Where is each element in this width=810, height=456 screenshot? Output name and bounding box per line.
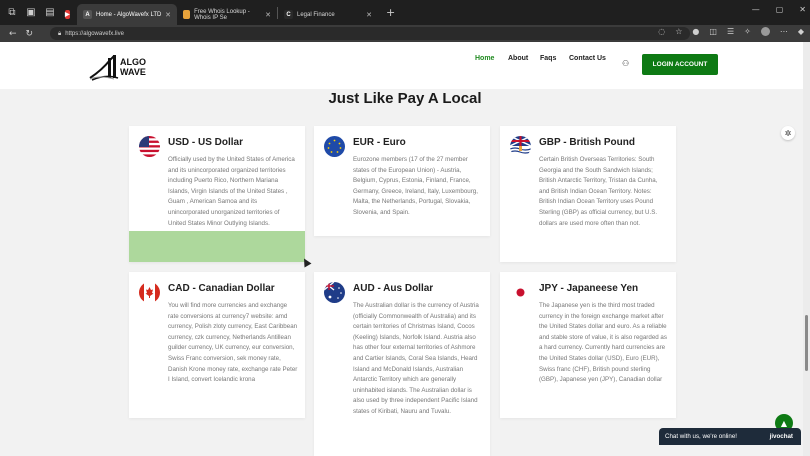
japan-flag-icon: [510, 282, 531, 303]
browser-toolbar: ◌ ☆ ● ◫ ☰ ✧ ⋯ ◆: [658, 27, 804, 36]
maximize-icon[interactable]: ▢: [776, 5, 784, 14]
tab-favicon: C: [284, 10, 293, 19]
more-menu-icon[interactable]: ⋯: [780, 27, 788, 36]
canada-flag-icon: [139, 282, 160, 303]
card-description: The Japanese yen is the third most trade…: [539, 302, 667, 384]
logo-line-2: WAVE: [120, 67, 146, 77]
currency-card-cad: CAD - Canadian Dollar You will find more…: [129, 272, 305, 418]
logo-line-1: ALGO: [120, 57, 146, 67]
minimize-icon[interactable]: —: [752, 5, 760, 14]
card-title: USD - US Dollar: [168, 137, 244, 148]
tab-home-algowavefx[interactable]: A Home - AlgoWavefx LTD ✕: [77, 4, 177, 25]
copilot-icon[interactable]: ◆: [798, 27, 804, 36]
new-tab-button[interactable]: +: [386, 6, 395, 19]
nav-contact-us[interactable]: Contact Us: [569, 55, 606, 62]
selection-highlight: [129, 231, 305, 262]
card-title: EUR - Euro: [353, 137, 406, 148]
lock-icon: 🔒︎: [58, 29, 62, 37]
vertical-tabs-icon[interactable]: ▤: [43, 6, 57, 20]
tab-title: Free Whois Lookup - Whois IP Se: [194, 8, 250, 21]
live-chat-widget[interactable]: Chat with us, we're online! jivochat: [659, 428, 801, 445]
split-screen-icon[interactable]: ◫: [709, 27, 717, 36]
tab-youtube[interactable]: ▶: [61, 4, 77, 25]
back-icon[interactable]: ←: [9, 29, 17, 39]
nav-faqs[interactable]: Faqs: [540, 55, 556, 62]
australia-flag-icon: [324, 282, 345, 303]
tab-title: Legal Finance: [297, 11, 335, 18]
extensions-puzzle-icon[interactable]: ✧: [744, 27, 751, 36]
tab-whois-lookup[interactable]: Free Whois Lookup - Whois IP Se ✕: [177, 4, 277, 25]
scrollbar-thumb[interactable]: [805, 315, 808, 371]
favorite-star-icon[interactable]: ☆: [675, 27, 682, 36]
card-description: Eurozone members (17 of the 27 member st…: [353, 156, 478, 216]
chat-brand: jivochat: [769, 433, 793, 440]
currency-card-gbp: GBP - British Pound Certain British Over…: [500, 126, 676, 262]
chat-label: Chat with us, we're online!: [665, 433, 738, 440]
card-title: JPY - Japaneese Yen: [539, 283, 639, 294]
url-input[interactable]: 🔒︎ https://algowavefx.live: [50, 27, 690, 40]
close-window-icon[interactable]: ✕: [799, 5, 806, 14]
eu-flag-icon: [324, 136, 345, 157]
youtube-icon: ▶: [65, 10, 70, 19]
card-title: CAD - Canadian Dollar: [168, 283, 275, 294]
refresh-icon[interactable]: ↻: [26, 29, 34, 39]
nav-about[interactable]: About: [508, 55, 528, 62]
site-header: ALGO WAVE Home About Faqs Contact Us ⚇ L…: [0, 42, 810, 89]
card-description: Officially used by the United States of …: [168, 156, 295, 227]
close-icon[interactable]: ✕: [165, 11, 171, 19]
logo-text: ALGO WAVE: [120, 57, 146, 77]
card-description: The Australian dollar is the currency of…: [353, 302, 479, 415]
section-title: Just Like Pay A Local: [328, 90, 482, 107]
card-description: Certain British Overseas Territories: So…: [539, 156, 658, 227]
currency-card-aud: AUD - Aus Dollar The Australian dollar i…: [314, 272, 490, 456]
favorites-icon[interactable]: ☰: [727, 27, 734, 36]
nav-home[interactable]: Home: [475, 55, 494, 62]
close-icon[interactable]: ✕: [366, 11, 372, 19]
tab-title: Home - AlgoWavefx LTD: [96, 11, 162, 18]
whois-icon: [183, 10, 191, 19]
workspaces-icon[interactable]: ⧉: [5, 6, 19, 20]
currency-card-jpy: JPY - Japaneese Yen The Japanese yen is …: [500, 272, 676, 418]
user-icon[interactable]: ⚇: [622, 59, 629, 68]
close-icon[interactable]: ✕: [265, 11, 271, 19]
card-title: AUD - Aus Dollar: [353, 283, 434, 294]
browser-address-bar: ← ↻ 🔒︎ https://algowavefx.live ◌ ☆ ● ◫ ☰…: [0, 25, 810, 42]
url-text: https://algowavefx.live: [65, 30, 124, 37]
card-description: You will find more currencies and exchan…: [168, 302, 298, 384]
currency-card-eur: EUR - Euro Eurozone members (17 of the 2…: [314, 126, 490, 236]
profile-avatar[interactable]: [760, 27, 770, 36]
login-account-button[interactable]: LOGIN ACCOUNT: [642, 54, 718, 75]
window-controls: — ▢ ✕: [752, 5, 806, 14]
tab-favicon: A: [83, 10, 92, 19]
browser-tab-bar: ⧉ ▣ ▤ ▶ A Home - AlgoWavefx LTD ✕ Free W…: [0, 0, 810, 25]
accessibility-settings-icon[interactable]: ✲: [781, 126, 795, 140]
usa-flag-icon: [139, 136, 160, 157]
tab-actions-icon[interactable]: ▣: [24, 6, 38, 20]
british-territory-flag-icon: [510, 136, 531, 157]
reader-icon[interactable]: ◌: [658, 27, 665, 36]
extension-icon[interactable]: ●: [692, 27, 699, 36]
page-scrollbar[interactable]: [803, 42, 810, 456]
tab-legal-finance[interactable]: C Legal Finance ✕: [278, 4, 378, 25]
card-title: GBP - British Pound: [539, 137, 635, 148]
